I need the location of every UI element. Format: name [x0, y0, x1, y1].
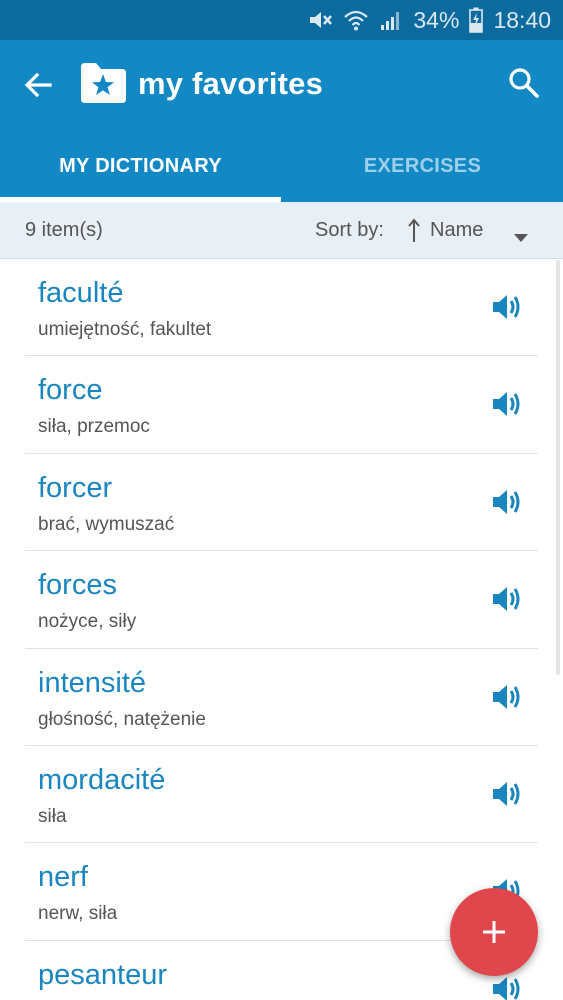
entry-word: forcer — [38, 471, 113, 504]
entry-word: forces — [38, 569, 117, 602]
sort-label: Sort by: — [315, 219, 384, 241]
entry-word: nerf — [38, 861, 88, 894]
mute-icon — [307, 8, 333, 32]
item-count: 9 item(s) — [25, 219, 103, 241]
entry-translation: brać, wymuszać — [38, 513, 175, 535]
sort-ascending-icon[interactable] — [406, 218, 422, 244]
entry-translation: umiejętność, fakultet — [38, 319, 212, 340]
list-item[interactable]: intensité głośność, natężenie — [0, 649, 563, 746]
favorites-list: faculté umiejętność, fakultet force siła… — [0, 259, 563, 1000]
page-title: my favorites — [138, 66, 324, 101]
entry-word: mordacité — [38, 763, 166, 796]
speaker-icon[interactable] — [490, 583, 522, 615]
plus-icon — [483, 921, 505, 943]
folder-star-icon — [79, 61, 127, 105]
speaker-icon[interactable] — [490, 973, 522, 1000]
tab-my-dictionary[interactable]: MY DICTIONARY — [0, 130, 281, 202]
speaker-icon[interactable] — [490, 778, 522, 810]
sort-value[interactable]: Name — [430, 219, 483, 242]
battery-charging-icon — [469, 7, 484, 33]
search-icon[interactable] — [507, 66, 541, 100]
list-item[interactable]: mordacité siła — [0, 746, 563, 844]
list-item[interactable]: forces nożyce, siły — [0, 551, 563, 649]
sort-bar: 9 item(s) Sort by: Name — [0, 202, 563, 259]
entry-word: pesanteur — [38, 958, 167, 991]
entry-translation: głośność, natężenie — [38, 708, 206, 730]
battery-text: 34% — [413, 6, 460, 33]
list-item[interactable]: forcer brać, wymuszać — [0, 454, 563, 552]
entry-translation: nożyce, siły — [38, 611, 137, 633]
speaker-icon[interactable] — [490, 291, 522, 323]
entry-word: intensité — [38, 666, 147, 699]
speaker-icon[interactable] — [490, 486, 522, 518]
back-arrow-icon[interactable] — [20, 66, 58, 104]
entry-word: faculté — [38, 277, 124, 309]
entry-translation: siła, przemoc — [38, 416, 150, 438]
wifi-icon — [343, 8, 369, 32]
dropdown-triangle-icon[interactable] — [513, 226, 529, 242]
app-bar: my favorites — [0, 40, 563, 130]
list-item[interactable]: faculté umiejętność, fakultet — [0, 259, 563, 357]
signal-icon — [379, 8, 403, 32]
entry-word: force — [38, 374, 103, 407]
clock: 18:40 — [493, 6, 551, 33]
scrollbar[interactable] — [556, 260, 560, 675]
add-button[interactable] — [450, 888, 538, 976]
tab-bar: MY DICTIONARY EXERCISES — [0, 130, 563, 202]
list-item[interactable]: force siła, przemoc — [0, 356, 563, 454]
speaker-icon[interactable] — [490, 388, 522, 420]
entry-translation: siła — [38, 805, 67, 827]
entry-translation: nerw, siła — [38, 903, 118, 925]
status-bar: 34% 18:40 — [0, 0, 563, 40]
speaker-icon[interactable] — [490, 681, 522, 713]
tab-exercises[interactable]: EXERCISES — [282, 130, 563, 202]
